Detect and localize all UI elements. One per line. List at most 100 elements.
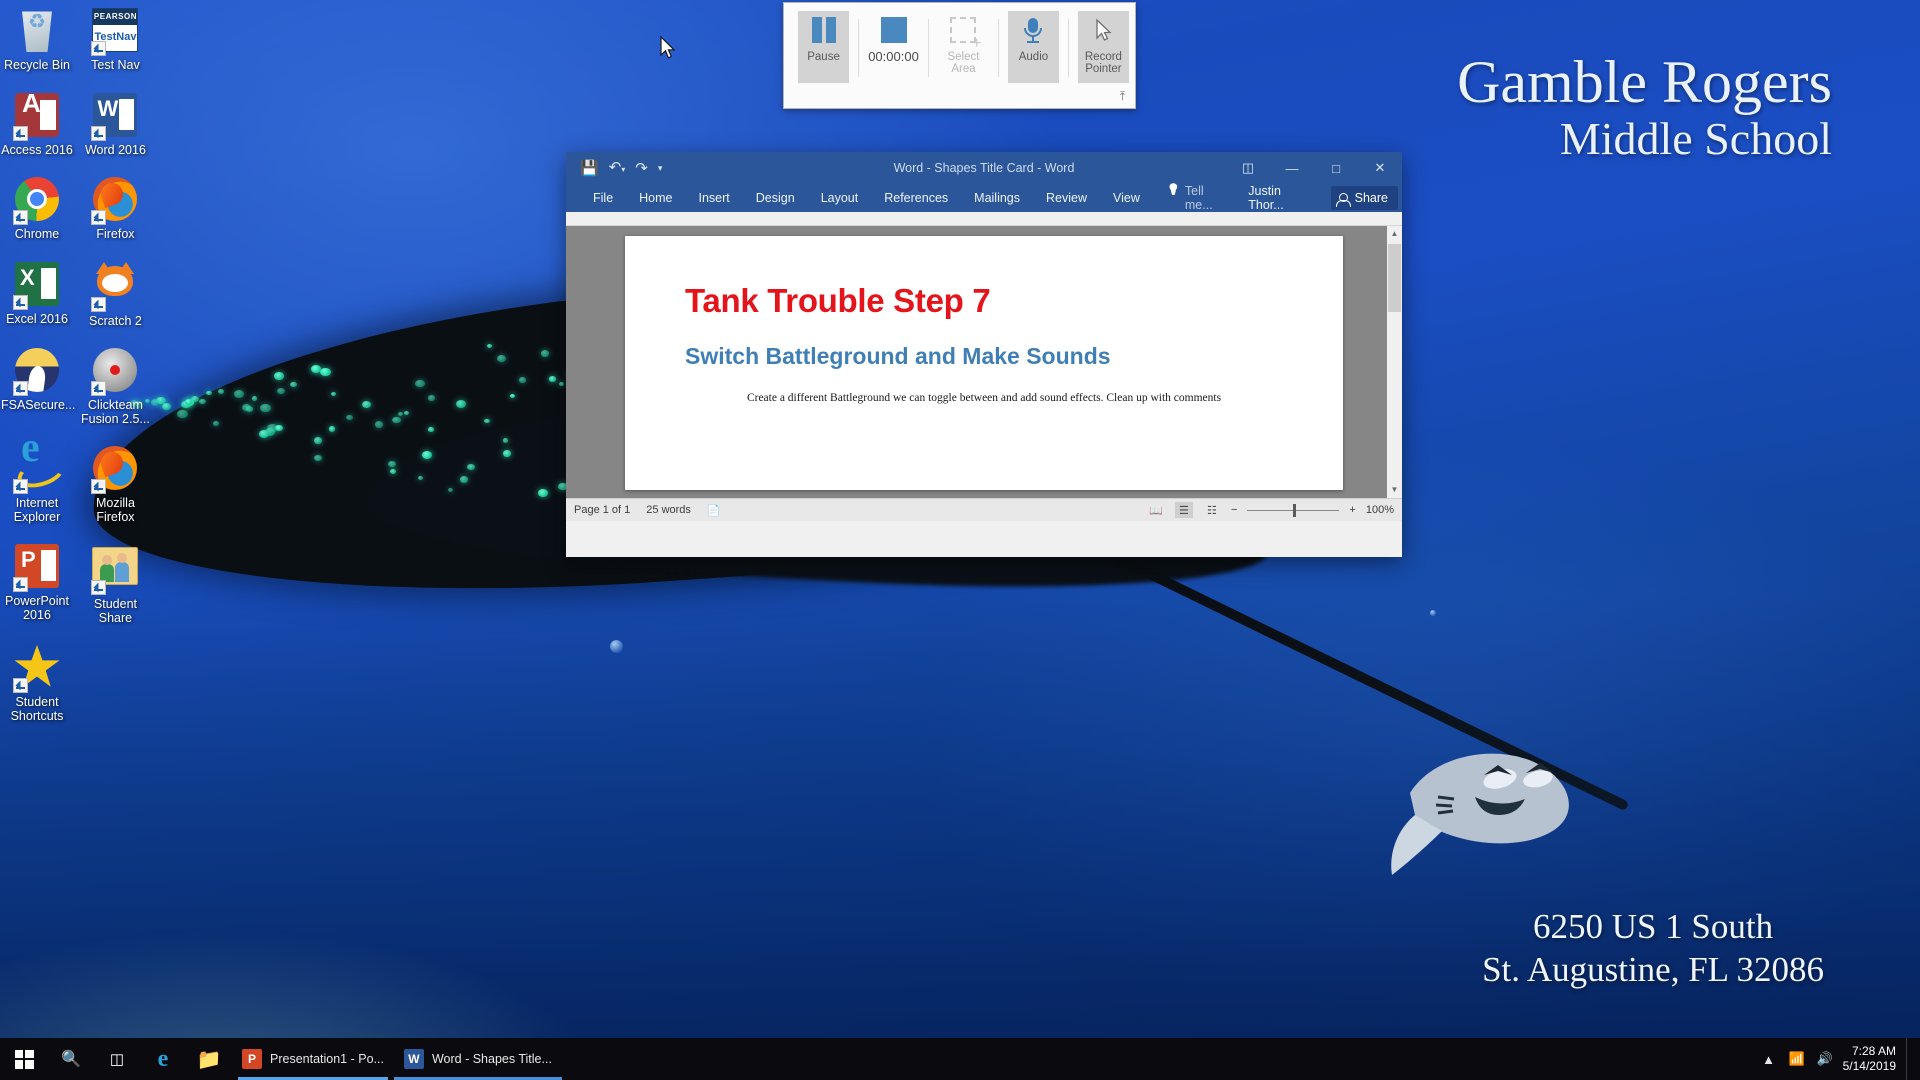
desktop-icon-excel-2016[interactable]: Excel 2016 [0,260,74,327]
word-count[interactable]: 25 words [646,504,691,516]
mouse-pointer-icon [1090,17,1116,43]
recorder-pin-button[interactable]: ⤒ [1120,89,1125,104]
zoom-slider[interactable] [1247,503,1340,517]
tab-file[interactable]: File [580,187,626,209]
divider [858,19,859,77]
desktop-icon-firefox[interactable]: Firefox [78,175,152,242]
share-button[interactable]: Share [1330,186,1398,210]
file-explorer-icon: 📁 [196,1048,222,1071]
microphone-icon [1020,17,1046,43]
desktop-icon-grid: Recycle Bin PEARSON TestNav Test Nav Acc… [0,6,160,741]
tell-me-search[interactable]: Tell me... [1163,180,1240,216]
shortcut-overlay-icon [91,296,107,312]
shortcut-overlay-icon [91,479,107,494]
desktop-icon-student-share[interactable]: Student Share [78,542,152,625]
desktop-icon-chrome[interactable]: Chrome [0,175,74,242]
taskbar-app-presentation1[interactable]: P Presentation1 - Po... [232,1038,394,1080]
desktop-icon-word-2016[interactable]: Word 2016 [78,91,152,158]
taskbar-internet-explorer[interactable]: e [140,1038,186,1080]
tab-layout[interactable]: Layout [808,187,872,209]
redo-icon[interactable]: ↷ [635,161,648,176]
desktop-icon-mozilla-firefox[interactable]: Mozilla Firefox [78,444,152,524]
select-area-label-line2: Area [951,63,976,75]
word-ribbon-tabs[interactable]: File Home Insert Design Layout Reference… [566,184,1402,212]
word-window[interactable]: 💾 ↶▾ ↷ ▾ Word - Shapes Title Card - Word… [566,152,1402,557]
icon-label: FSASecure... [1,398,76,412]
recorder-pause-button[interactable]: Pause [798,11,850,83]
close-button[interactable]: ✕ [1358,152,1402,184]
start-button[interactable] [0,1038,48,1080]
task-view-button[interactable]: ◫ [94,1038,140,1080]
desktop-icon-internet-explorer[interactable]: Internet Explorer [0,442,74,524]
recorder-audio-button[interactable]: Audio [1007,11,1059,83]
quick-access-toolbar[interactable]: 💾 ↶▾ ↷ ▾ [566,160,662,177]
search-icon: 🔍 [61,1051,81,1068]
account-name[interactable]: Justin Thor... [1240,180,1326,216]
document-heading: Tank Trouble Step 7 [685,282,991,319]
tab-mailings[interactable]: Mailings [961,187,1033,209]
tab-insert[interactable]: Insert [686,187,743,209]
word-status-bar[interactable]: Page 1 of 1 25 words 📄 📖 ☰ ☷ − + 100% [566,498,1402,521]
desktop[interactable]: Gamble Rogers Middle School 6250 US 1 So… [0,0,1920,1080]
icon-label: Student Shortcuts [10,695,64,723]
read-mode-icon[interactable]: 📖 [1147,502,1165,518]
desktop-icon-recycle-bin[interactable]: Recycle Bin [0,6,74,73]
spell-check-icon[interactable]: 📄 [707,504,721,517]
vertical-scrollbar[interactable]: ▲ ▼ [1387,226,1402,498]
recorder-stop-button[interactable]: 00:00:00 [868,11,919,83]
excel-icon [13,261,61,310]
desktop-icon-fsa-secure[interactable]: FSASecure... [0,346,76,413]
tab-view[interactable]: View [1100,187,1153,209]
system-tray[interactable]: ▲ 📶 🔊 7:28 AM 5/14/2019 [1755,1038,1920,1080]
zoom-level[interactable]: 100% [1366,504,1394,516]
word-icon [91,92,139,141]
volume-icon[interactable]: 🔊 [1811,1038,1839,1080]
clock[interactable]: 7:28 AM 5/14/2019 [1839,1044,1906,1074]
tab-references[interactable]: References [871,187,961,209]
icon-label: Student Share [93,597,137,625]
tab-design[interactable]: Design [743,187,808,209]
document-canvas[interactable]: Tank Trouble Step 7 Switch Battleground … [566,226,1402,498]
bubble [610,640,623,653]
print-layout-icon[interactable]: ☰ [1174,502,1193,518]
network-icon[interactable]: 📶 [1783,1038,1811,1080]
icon-label: Recycle Bin [4,58,70,72]
scrollbar-thumb[interactable] [1388,244,1401,312]
taskbar-app-word[interactable]: W Word - Shapes Title... [393,1038,562,1080]
document-page[interactable]: Tank Trouble Step 7 Switch Battleground … [625,236,1343,490]
zoom-out-button[interactable]: − [1231,504,1237,516]
search-button[interactable]: 🔍 [48,1038,94,1080]
word-icon: W [403,1049,424,1069]
stingray-tail [1067,530,1630,812]
divider [998,19,999,77]
desktop-icon-access-2016[interactable]: Access 2016 [0,91,74,158]
tab-review[interactable]: Review [1033,187,1100,209]
desktop-icon-student-shortcuts[interactable]: Student Shortcuts [0,643,74,723]
customize-qat-icon[interactable]: ▾ [658,161,663,176]
page-indicator[interactable]: Page 1 of 1 [574,504,630,516]
powerpoint-icon [13,544,61,592]
water-depth-gradient [0,594,1920,1080]
scroll-up-icon[interactable]: ▲ [1388,226,1401,242]
taskbar[interactable]: 🔍 ◫ e 📁 P Presentation1 - Po... W Word -… [0,1038,1920,1080]
taskbar-file-explorer[interactable]: 📁 [186,1038,232,1080]
recorder-select-area-button[interactable]: Select Area [938,11,989,83]
tab-home[interactable]: Home [626,187,685,209]
internet-explorer-icon: e [157,1045,169,1072]
scroll-down-icon[interactable]: ▼ [1388,482,1401,498]
document-body-text: Create a different Battleground we can t… [746,392,1222,404]
undo-icon[interactable]: ↶▾ [609,160,626,177]
desktop-icon-clickteam-fusion[interactable]: Clickteam Fusion 2.5... [78,346,152,426]
web-layout-icon[interactable]: ☷ [1203,502,1221,518]
screen-recorder-toolbar[interactable]: ✕ Pause 00:00:00 Select Area [783,2,1136,109]
recorder-record-pointer-button[interactable]: Record Pointer [1077,11,1129,83]
zoom-in-button[interactable]: + [1349,504,1355,516]
show-hidden-icons-button[interactable]: ▲ [1755,1038,1783,1080]
save-icon[interactable]: 💾 [580,161,599,176]
desktop-icon-test-nav[interactable]: PEARSON TestNav Test Nav [78,6,152,73]
recycle-bin-icon [13,8,61,56]
address-line2: St. Augustine, FL 32086 [1482,950,1824,990]
desktop-icon-powerpoint-2016[interactable]: PowerPoint 2016 [0,542,74,622]
show-desktop-button[interactable] [1906,1038,1914,1080]
desktop-icon-scratch-2[interactable]: Scratch 2 [78,260,152,329]
